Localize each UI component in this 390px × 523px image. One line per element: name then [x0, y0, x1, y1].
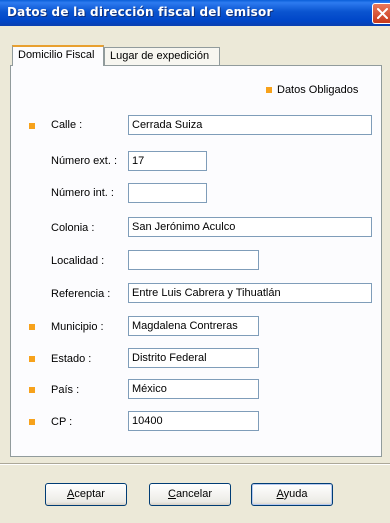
cancel-mnemonic: C: [167, 488, 176, 500]
field-label-pais: País :: [51, 384, 80, 396]
field-label-numero-ext: Número ext. :: [51, 155, 118, 167]
numero-int-input[interactable]: [128, 183, 207, 203]
help-mnemonic: A: [276, 488, 284, 500]
required-marker-icon: [29, 324, 35, 330]
field-label-referencia: Referencia :: [51, 288, 111, 300]
localidad-input[interactable]: [128, 250, 259, 270]
required-marker-icon: [266, 87, 272, 93]
help-label: yuda: [283, 488, 308, 500]
referencia-input[interactable]: [128, 283, 372, 303]
field-label-municipio: Municipio :: [51, 321, 104, 333]
window-title: Datos de la dirección fiscal del emisor: [7, 5, 273, 19]
close-button[interactable]: [372, 3, 390, 24]
field-label-localidad: Localidad :: [51, 255, 105, 267]
estado-input[interactable]: [128, 348, 259, 368]
cancel-label: ancelar: [175, 488, 213, 500]
close-icon: [377, 8, 388, 19]
colonia-input[interactable]: [128, 217, 372, 237]
accept-label: ceptar: [74, 488, 105, 500]
tab-label: Lugar de expedición: [110, 50, 210, 62]
pais-input[interactable]: [128, 379, 259, 399]
legend-label: Datos Obligados: [277, 84, 359, 96]
tab-panel: Datos Obligados Calle : Número ext. : Nú…: [10, 65, 382, 457]
required-marker-icon: [29, 387, 35, 393]
municipio-input[interactable]: [128, 316, 259, 336]
footer-separator: [0, 463, 390, 465]
field-label-numero-int: Número int. :: [51, 187, 114, 199]
required-marker-icon: [29, 419, 35, 425]
field-label-colonia: Colonia :: [51, 222, 95, 234]
dialog-window: Datos de la dirección fiscal del emisor …: [0, 0, 390, 523]
numero-ext-input[interactable]: [128, 151, 207, 171]
cancel-button[interactable]: Cancelar: [149, 483, 231, 506]
required-marker-icon: [29, 123, 35, 129]
accept-button[interactable]: Aceptar: [45, 483, 127, 506]
tab-domicilio-fiscal[interactable]: Domicilio Fiscal: [12, 45, 104, 66]
field-label-cp: CP :: [51, 416, 73, 428]
title-bar[interactable]: Datos de la dirección fiscal del emisor: [0, 0, 390, 26]
cp-input[interactable]: [128, 411, 259, 431]
required-marker-icon: [29, 356, 35, 362]
calle-input[interactable]: [128, 115, 372, 135]
tab-label: Domicilio Fiscal: [18, 49, 95, 61]
field-label-estado: Estado :: [51, 353, 92, 365]
help-button[interactable]: Ayuda: [251, 483, 333, 506]
field-label-calle: Calle :: [51, 119, 83, 131]
tab-lugar-expedicion[interactable]: Lugar de expedición: [104, 47, 220, 66]
